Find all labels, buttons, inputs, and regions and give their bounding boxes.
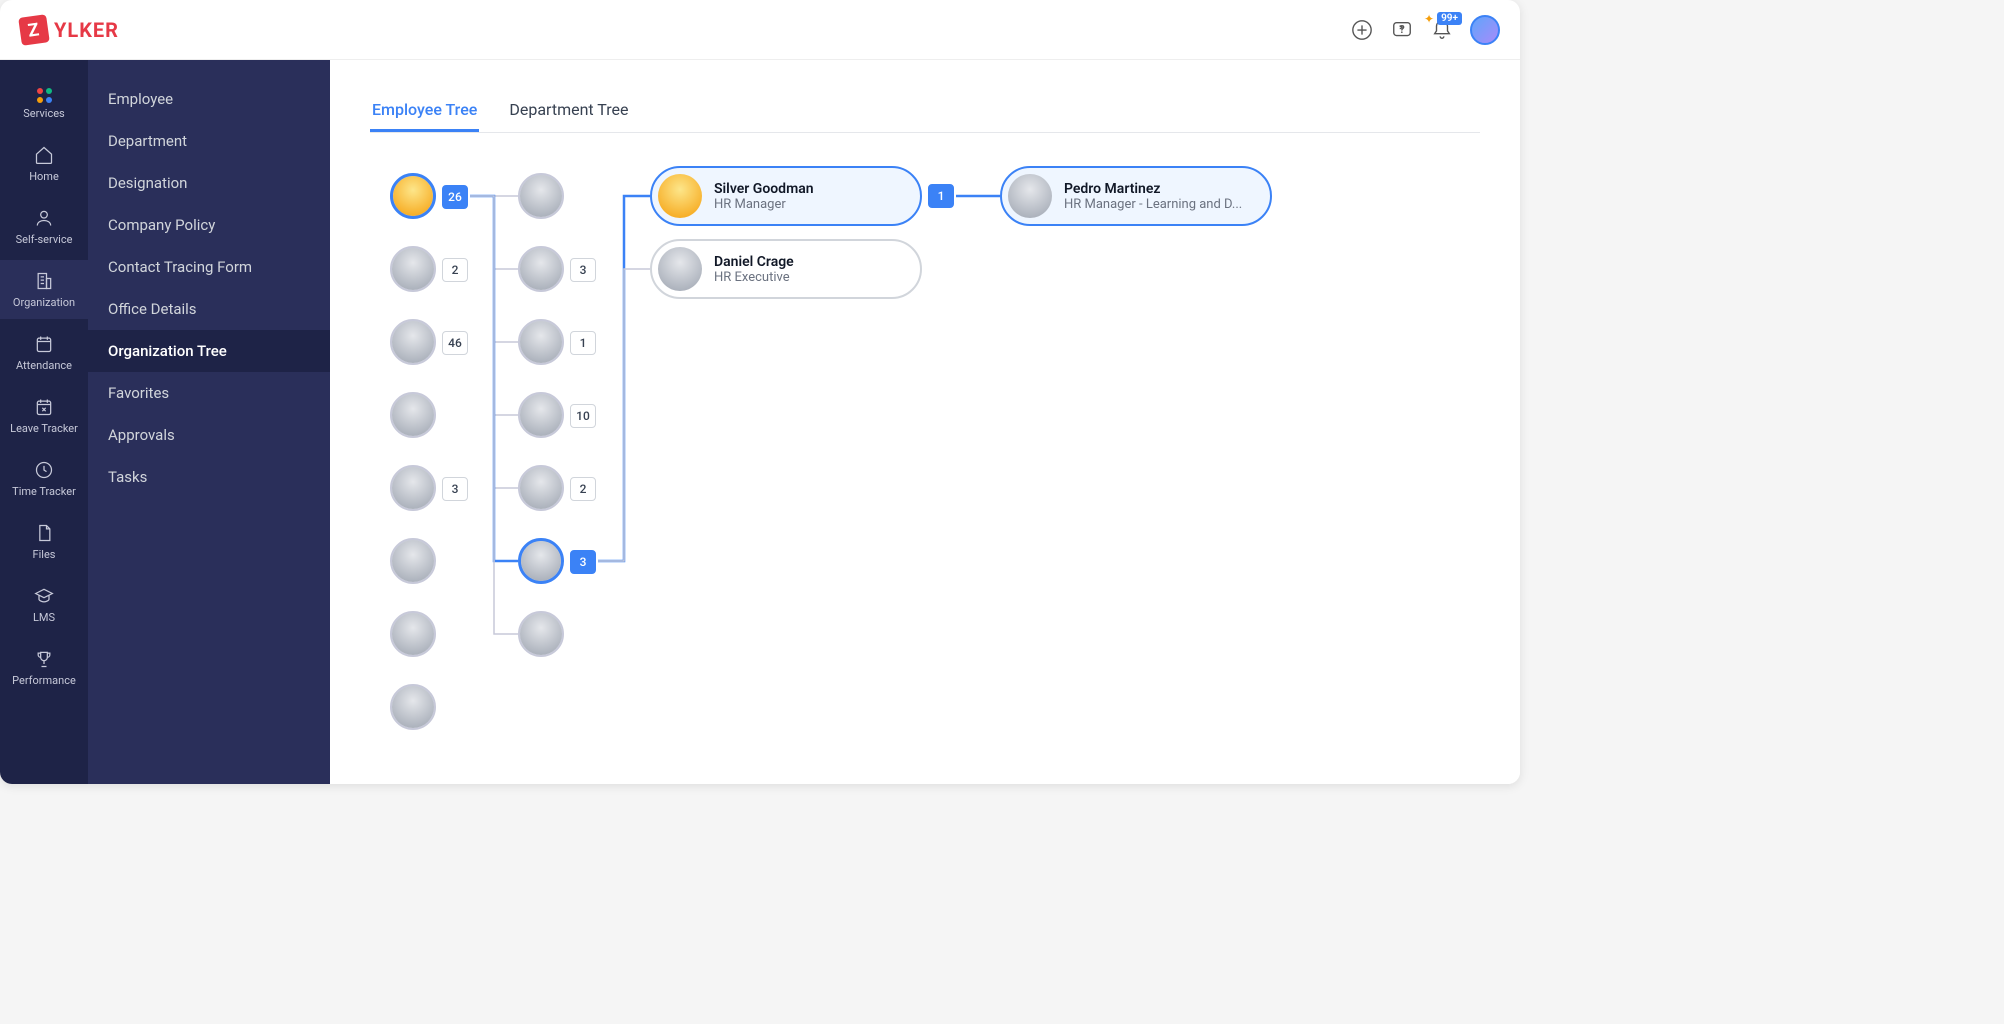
tree-col2-node-2[interactable] [518,319,564,365]
tree-col2-node-2-count: 1 [570,331,596,355]
rail-label: LMS [33,611,55,624]
card-avatar [1008,174,1052,218]
tree-col2-node-1[interactable] [518,246,564,292]
calendar-x-icon [33,396,55,418]
card-role: HR Manager - Learning and D... [1064,197,1242,212]
rail-item-attendance[interactable]: Attendance [0,323,88,382]
tab-department-tree[interactable]: Department Tree [507,90,630,132]
tree-col1-node-4-count: 3 [442,477,468,501]
file-icon [33,522,55,544]
sidebar-item-organization-tree[interactable]: Organization Tree [88,330,330,372]
calendar-icon [33,333,55,355]
tree-col1-node-2-count: 46 [442,331,468,355]
tree-col2-node-1-count: 3 [570,258,596,282]
tree-col4-card-0[interactable]: Pedro MartinezHR Manager - Learning and … [1000,166,1272,226]
sidebar-item-office-details[interactable]: Office Details [88,288,330,330]
tree-col3-card-0-count: 1 [928,184,954,208]
rail-label: Time Tracker [12,485,76,498]
card-name: Pedro Martinez [1064,181,1242,197]
rail-label: Services [23,107,64,120]
sidebar-item-designation[interactable]: Designation [88,162,330,204]
rail-label: Self-service [16,233,73,246]
clock-icon [33,459,55,481]
trophy-icon [33,648,55,670]
profile-avatar[interactable] [1470,15,1500,45]
sidebar-item-company-policy[interactable]: Company Policy [88,204,330,246]
rail-label: Leave Tracker [10,422,78,435]
tree-col2-node-3[interactable] [518,392,564,438]
tree-col2-node-3-count: 10 [570,404,596,428]
logo-text: YLKER [54,18,119,42]
help-icon[interactable]: ? [1390,18,1414,42]
tree-col2-node-5-count: 3 [570,550,596,574]
card-role: HR Manager [714,197,814,212]
rail-item-home[interactable]: Home [0,134,88,193]
tab-employee-tree[interactable]: Employee Tree [370,90,479,132]
sidebar-item-employee[interactable]: Employee [88,78,330,120]
tree-col1-node-6[interactable] [390,611,436,657]
card-name: Silver Goodman [714,181,814,197]
building-icon [33,270,55,292]
tree-col3-card-0[interactable]: Silver GoodmanHR Manager [650,166,922,226]
notifications-icon[interactable]: ✦ 99+ [1430,18,1454,42]
rail-label: Performance [12,674,76,687]
add-icon[interactable] [1350,18,1374,42]
logo[interactable]: Z YLKER [20,16,119,44]
person-icon [33,207,55,229]
notification-badge: 99+ [1437,12,1462,25]
tree-col1-node-0-count: 26 [442,185,468,209]
tree-col3-card-1[interactable]: Daniel CrageHR Executive [650,239,922,299]
tree-col2-node-4[interactable] [518,465,564,511]
sidebar-item-department[interactable]: Department [88,120,330,162]
tree-col2-node-5[interactable] [518,538,564,584]
rail-item-time-tracker[interactable]: Time Tracker [0,449,88,508]
tree-col1-node-1-count: 2 [442,258,468,282]
sidebar-item-favorites[interactable]: Favorites [88,372,330,414]
logo-badge: Z [18,14,50,46]
card-name: Daniel Crage [714,254,794,270]
tree-col2-node-0[interactable] [518,173,564,219]
card-avatar [658,174,702,218]
sidebar-item-contact-tracing-form[interactable]: Contact Tracing Form [88,246,330,288]
rail-item-files[interactable]: Files [0,512,88,571]
tree-col2-node-6[interactable] [518,611,564,657]
rail-label: Organization [13,296,75,309]
sparkle-icon: ✦ [1424,12,1434,26]
tree-col1-node-7[interactable] [390,684,436,730]
tree-col1-node-0[interactable] [390,173,436,219]
sidebar-item-tasks[interactable]: Tasks [88,456,330,498]
rail-label: Files [33,548,56,561]
rail-item-leave-tracker[interactable]: Leave Tracker [0,386,88,445]
grad-icon [33,585,55,607]
home-icon [33,144,55,166]
tree-col1-node-4[interactable] [390,465,436,511]
tree-col2-node-4-count: 2 [570,477,596,501]
rail-item-performance[interactable]: Performance [0,638,88,697]
services-icon [37,88,52,103]
tree-col1-node-3[interactable] [390,392,436,438]
card-avatar [658,247,702,291]
rail-item-self-service[interactable]: Self-service [0,197,88,256]
sidebar-item-approvals[interactable]: Approvals [88,414,330,456]
tree-col1-node-5[interactable] [390,538,436,584]
rail-item-services[interactable]: Services [0,78,88,130]
card-role: HR Executive [714,270,794,285]
rail-label: Attendance [16,359,72,372]
rail-item-lms[interactable]: LMS [0,575,88,634]
tree-col1-node-2[interactable] [390,319,436,365]
rail-label: Home [29,170,59,183]
tree-col1-node-1[interactable] [390,246,436,292]
rail-item-organization[interactable]: Organization [0,260,88,319]
